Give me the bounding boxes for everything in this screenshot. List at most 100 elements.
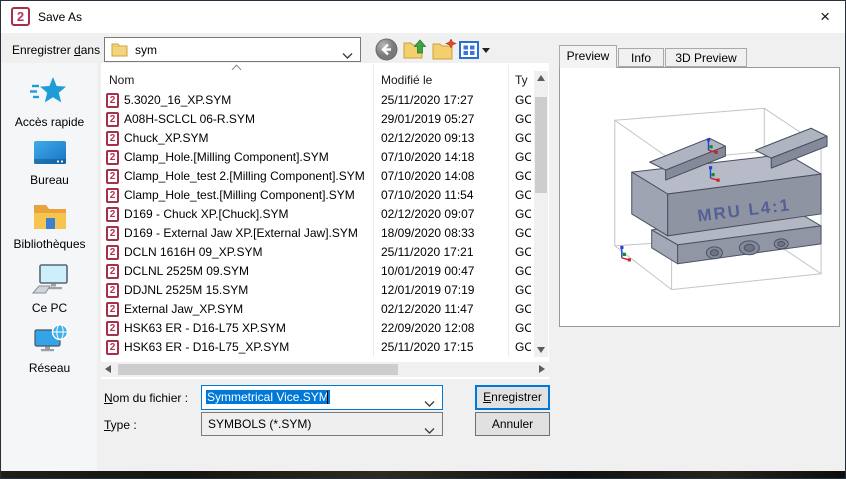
background-app-strip [1, 471, 845, 478]
save-in-combobox[interactable]: sym [104, 37, 361, 62]
file-modified: 22/09/2020 12:08 [381, 319, 474, 338]
sym-file-icon: 2 [106, 340, 119, 355]
column-header-type[interactable]: Ty [515, 73, 528, 87]
file-type: GO [515, 300, 531, 319]
new-folder-icon[interactable] [432, 39, 457, 63]
3d-model-preview: MRU L4:1 [560, 68, 839, 326]
file-type: GO [515, 148, 531, 167]
text-cursor [327, 391, 328, 404]
title-bar: 2 Save As × [1, 1, 845, 33]
file-type: GO [515, 186, 531, 205]
file-type: GO [515, 110, 531, 129]
sym-file-icon: 2 [106, 207, 119, 222]
tab-3d-preview[interactable]: 3D Preview [665, 48, 747, 67]
scroll-left-icon[interactable] [105, 365, 111, 373]
sym-file-icon: 2 [106, 188, 119, 203]
table-row[interactable]: 2 D169 - External Jaw XP.[External Jaw].S… [101, 224, 533, 243]
file-modified: 12/01/2019 07:19 [381, 281, 474, 300]
table-row[interactable]: 2External Jaw_XP.SYM02/12/2020 11:47GO [101, 300, 533, 319]
sidebar-item-desktop[interactable]: Bureau [2, 139, 97, 187]
file-modified: 10/01/2019 00:47 [381, 262, 474, 281]
up-one-level-icon[interactable] [403, 39, 427, 63]
sidebar-item-network[interactable]: Réseau [2, 323, 97, 375]
sym-file-icon: 2 [106, 283, 119, 298]
vertical-scrollbar[interactable] [534, 71, 548, 357]
sym-file-icon: 2 [106, 226, 119, 241]
column-header-name[interactable]: Nom [109, 73, 134, 87]
file-modified: 02/12/2020 11:47 [381, 300, 474, 319]
tab-info[interactable]: Info [618, 48, 664, 67]
file-type: GO [515, 338, 531, 357]
file-modified: 25/11/2020 17:27 [381, 91, 474, 110]
table-row[interactable]: 2DDJNL 2525M 15.SYM12/01/2019 07:19GO [101, 281, 533, 300]
sidebar-item-label: Réseau [2, 361, 97, 375]
file-name: D169 - Chuck XP.[Chuck].SYM [124, 205, 370, 224]
file-modified: 07/10/2020 11:54 [381, 186, 474, 205]
chevron-down-icon[interactable] [424, 396, 435, 410]
table-row[interactable]: 2Clamp_Hole.[Milling Component].SYM07/10… [101, 148, 533, 167]
scroll-down-icon[interactable] [537, 347, 545, 353]
table-row[interactable]: 2Chuck_XP.SYM02/12/2020 09:13GO [101, 129, 533, 148]
close-icon[interactable]: × [820, 7, 830, 27]
file-type: GO [515, 262, 531, 281]
column-header-modified[interactable]: Modifié le [381, 73, 432, 87]
file-name: Clamp_Hole_test.[Milling Component].SYM [124, 186, 370, 205]
file-type: GO [515, 91, 531, 110]
sym-file-icon: 2 [106, 112, 119, 127]
horizontal-scroll-thumb[interactable] [118, 364, 398, 375]
table-row[interactable]: 2DCLNL 2525M 09.SYM10/01/2019 00:47GO [101, 262, 533, 281]
table-row[interactable]: 2HSK63 ER - D16-L75 XP.SYM22/09/2020 12:… [101, 319, 533, 338]
view-menu-icon[interactable] [459, 41, 479, 62]
table-row[interactable]: 2 Clamp_Hole_test.[Milling Component].SYM… [101, 186, 533, 205]
sidebar-item-label: Bureau [2, 173, 97, 187]
file-type: GO [515, 167, 531, 186]
file-name: HSK63 ER - D16-L75_XP.SYM [124, 338, 370, 357]
table-row[interactable]: 2 Clamp_Hole_test 2.[Milling Component].S… [101, 167, 533, 186]
back-icon[interactable] [375, 38, 398, 64]
file-type: GO [515, 281, 531, 300]
cancel-button[interactable]: Annuler [475, 412, 550, 436]
file-type: GO [515, 243, 531, 262]
vertical-scroll-thumb[interactable] [535, 97, 547, 193]
sidebar-item-this-pc[interactable]: Ce PC [2, 263, 97, 315]
file-rows: 25.3020_16_XP.SYM25/11/2020 17:27GO2A08H… [101, 91, 533, 357]
file-name: D169 - External Jaw XP.[External Jaw].SY… [124, 224, 370, 243]
network-icon [31, 344, 69, 358]
sym-file-icon: 2 [106, 321, 119, 336]
view-menu-caret-icon[interactable] [482, 48, 490, 53]
quick-access-star-icon [30, 98, 70, 112]
file-modified: 02/12/2020 09:07 [381, 205, 474, 224]
chevron-down-icon[interactable] [424, 423, 435, 437]
save-button[interactable]: Enregistrer [475, 385, 550, 410]
sidebar-item-libraries[interactable]: Bibliothèques [2, 201, 97, 251]
sidebar-item-label: Ce PC [2, 301, 97, 315]
sidebar-item-quick-access[interactable]: Accès rapide [2, 75, 97, 129]
table-row[interactable]: 25.3020_16_XP.SYM25/11/2020 17:27GO [101, 91, 533, 110]
scroll-up-icon[interactable] [537, 75, 545, 81]
table-row[interactable]: 2DCLN 1616H 09_XP.SYM25/11/2020 17:21GO [101, 243, 533, 262]
table-row[interactable]: 2HSK63 ER - D16-L75_XP.SYM25/11/2020 17:… [101, 338, 533, 357]
filetype-label: Type : [104, 418, 137, 432]
filename-value: Symmetrical Vice.SYM [206, 390, 330, 404]
table-row[interactable]: 2 D169 - Chuck XP.[Chuck].SYM 02/12/2020 0… [101, 205, 533, 224]
file-type: GO [515, 319, 531, 338]
file-modified: 29/01/2019 05:27 [381, 110, 474, 129]
file-name: External Jaw_XP.SYM [124, 300, 370, 319]
sym-file-icon: 2 [106, 169, 119, 184]
file-name: DCLN 1616H 09_XP.SYM [124, 243, 370, 262]
table-row[interactable]: 2 A08H-SCLCL 06-R.SYM 29/01/2019 05:27 GO [101, 110, 533, 129]
tab-preview[interactable]: Preview [559, 45, 617, 68]
filetype-combobox[interactable]: SYMBOLS (*.SYM) [201, 412, 443, 436]
preview-pane: MRU L4:1 [559, 67, 840, 327]
chevron-down-icon[interactable] [342, 48, 353, 62]
file-modified: 02/12/2020 09:13 [381, 129, 474, 148]
scroll-right-icon[interactable] [539, 365, 545, 373]
file-name: Clamp_Hole_test 2.[Milling Component].SY… [124, 167, 370, 186]
file-modified: 07/10/2020 14:08 [381, 167, 474, 186]
file-name: DCLNL 2525M 09.SYM [124, 262, 370, 281]
file-type: GO [515, 205, 531, 224]
file-name: A08H-SCLCL 06-R.SYM [124, 110, 370, 129]
filetype-value: SYMBOLS (*.SYM) [208, 417, 311, 431]
filename-input[interactable]: Symmetrical Vice.SYM [201, 385, 443, 410]
horizontal-scrollbar[interactable] [101, 362, 549, 377]
